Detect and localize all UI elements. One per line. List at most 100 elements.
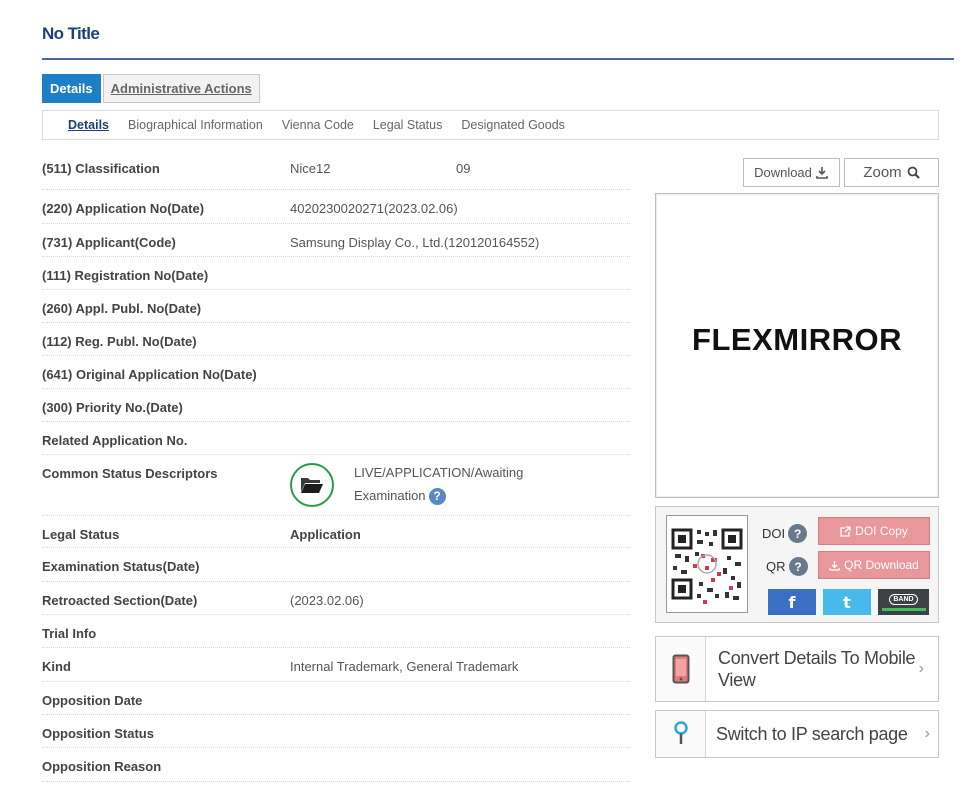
row-value — [290, 257, 630, 289]
row-label: (112) Reg. Publ. No(Date) — [42, 334, 197, 349]
row-value — [290, 422, 630, 454]
row-value — [290, 389, 630, 421]
row-value: Samsung Display Co., Ltd.(120120164552) — [290, 235, 540, 250]
row-label: (260) Appl. Publ. No(Date) — [42, 301, 202, 316]
zoom-button[interactable]: Zoom — [844, 158, 939, 187]
doi-copy-label: DOI Copy — [855, 524, 908, 538]
map-pin-icon — [656, 711, 706, 757]
row-label: (220) Application No(Date) — [42, 201, 205, 216]
facebook-icon[interactable]: f — [768, 589, 816, 615]
qr-help-icon[interactable]: ? — [788, 557, 808, 576]
trademark-text: FLEXMIRROR — [692, 321, 902, 357]
doi-label: DOI — [762, 526, 786, 541]
mobile-view-link[interactable]: Convert Details To Mobile View › — [655, 636, 939, 702]
row-label: Examination Status(Date) — [42, 559, 200, 574]
download-icon — [815, 166, 829, 180]
row-priority-no: (300) Priority No.(Date) — [42, 389, 630, 422]
row-opposition-reason: Opposition Reason — [42, 748, 630, 782]
row-label: Opposition Reason — [42, 759, 162, 774]
row-value: Internal Trademark, General Trademark — [290, 659, 519, 674]
row-value — [290, 290, 630, 322]
row-label: Legal Status — [42, 527, 120, 542]
chevron-right-icon: › — [918, 660, 924, 677]
row-label: Related Application No. — [42, 433, 188, 448]
row-classification: (511) Classification Nice12 09 — [42, 150, 630, 190]
subtab-designated-goods[interactable]: Designated Goods — [461, 118, 565, 132]
magnifier-icon — [907, 166, 920, 179]
row-label: Retroacted Section(Date) — [42, 593, 198, 608]
doi-help-icon[interactable]: ? — [788, 524, 808, 543]
row-related-application-no: Related Application No. — [42, 422, 630, 455]
row-value — [290, 748, 630, 781]
row-value: Application — [290, 527, 361, 542]
band-label: BAND — [889, 593, 918, 605]
row-label: Common Status Descriptors — [42, 466, 218, 481]
row-value: (2023.02.06) — [290, 593, 364, 608]
row-legal-status: Legal Status Application — [42, 516, 630, 548]
download-button-label: Download — [754, 165, 812, 180]
external-link-icon — [840, 525, 851, 537]
row-label: Kind — [42, 659, 71, 674]
qr-label: QR — [766, 559, 786, 574]
subtab-vienna-code[interactable]: Vienna Code — [282, 118, 354, 132]
subtab-biographical-information[interactable]: Biographical Information — [128, 118, 263, 132]
row-label: (641) Original Application No(Date) — [42, 367, 257, 382]
row-retroacted-section: Retroacted Section(Date) (2023.02.06) — [42, 582, 630, 615]
subtab-legal-status[interactable]: Legal Status — [373, 118, 443, 132]
share-box: DOI ? QR ? DOI Copy QR Download f t BAND — [655, 506, 939, 623]
row-label: Trial Info — [42, 626, 97, 641]
title-divider — [42, 58, 954, 60]
ip-search-link[interactable]: Switch to IP search page › — [655, 710, 939, 758]
twitter-icon[interactable]: t — [823, 589, 871, 615]
row-label: Opposition Date — [42, 693, 143, 708]
mobile-phone-icon — [656, 637, 706, 701]
zoom-button-label: Zoom — [863, 164, 902, 181]
band-icon[interactable]: BAND — [878, 589, 929, 615]
row-value — [290, 356, 630, 388]
row-original-application-no: (641) Original Application No(Date) — [42, 356, 630, 389]
subtab-details[interactable]: Details — [68, 118, 109, 132]
row-value — [290, 682, 630, 714]
row-application-no: (220) Application No(Date) 4020230020271… — [42, 190, 630, 224]
row-value: 4020230020271(2023.02.06) — [290, 201, 458, 216]
tab-details[interactable]: Details — [42, 74, 101, 103]
row-label: (511) Classification — [42, 161, 160, 176]
row-kind: Kind Internal Trademark, General Tradema… — [42, 648, 630, 682]
details-table: (511) Classification Nice12 09 (220) Appl… — [42, 150, 630, 782]
row-label: (111) Registration No(Date) — [42, 268, 209, 283]
help-icon[interactable]: ? — [428, 488, 446, 506]
download-icon — [829, 560, 840, 571]
row-label: (731) Applicant(Code) — [42, 235, 176, 250]
ip-search-label: Switch to IP search page — [716, 724, 908, 744]
tab-administrative-actions[interactable]: Administrative Actions — [102, 74, 260, 103]
row-registration-no: (111) Registration No(Date) — [42, 257, 630, 290]
nice-class: 09 — [456, 161, 471, 176]
main-tabs: Details Administrative Actions — [42, 74, 260, 104]
row-trial-info: Trial Info — [42, 615, 630, 648]
sub-tabs: Details Biographical Information Vienna … — [42, 110, 939, 140]
row-appl-publ-no: (260) Appl. Publ. No(Date) — [42, 290, 630, 323]
row-value — [290, 715, 630, 747]
qr-download-label: QR Download — [844, 558, 919, 572]
row-value: LIVE/APPLICATION/Awaiting Examination? — [290, 455, 630, 515]
nice-edition: Nice12 — [290, 161, 331, 176]
mobile-view-label: Convert Details To Mobile View — [718, 648, 916, 690]
row-value — [290, 615, 630, 647]
row-label: (300) Priority No.(Date) — [42, 400, 183, 415]
trademark-image[interactable]: FLEXMIRROR — [655, 193, 939, 498]
row-reg-publ-no: (112) Reg. Publ. No(Date) — [42, 323, 630, 356]
row-opposition-date: Opposition Date — [42, 682, 630, 715]
row-value — [290, 548, 630, 581]
qr-code — [666, 515, 748, 613]
download-button[interactable]: Download — [743, 158, 840, 187]
qr-download-button[interactable]: QR Download — [818, 551, 930, 579]
row-opposition-status: Opposition Status — [42, 715, 630, 748]
row-examination-status: Examination Status(Date) — [42, 548, 630, 582]
row-common-status: Common Status Descriptors LIVE/APPLICATI… — [42, 455, 630, 516]
row-label: Opposition Status — [42, 726, 154, 741]
row-applicant: (731) Applicant(Code) Samsung Display Co… — [42, 224, 630, 257]
doi-copy-button[interactable]: DOI Copy — [818, 517, 930, 545]
folder-icon — [290, 463, 334, 507]
row-value: Nice12 09 — [290, 150, 630, 189]
page-title: No Title — [42, 24, 100, 43]
